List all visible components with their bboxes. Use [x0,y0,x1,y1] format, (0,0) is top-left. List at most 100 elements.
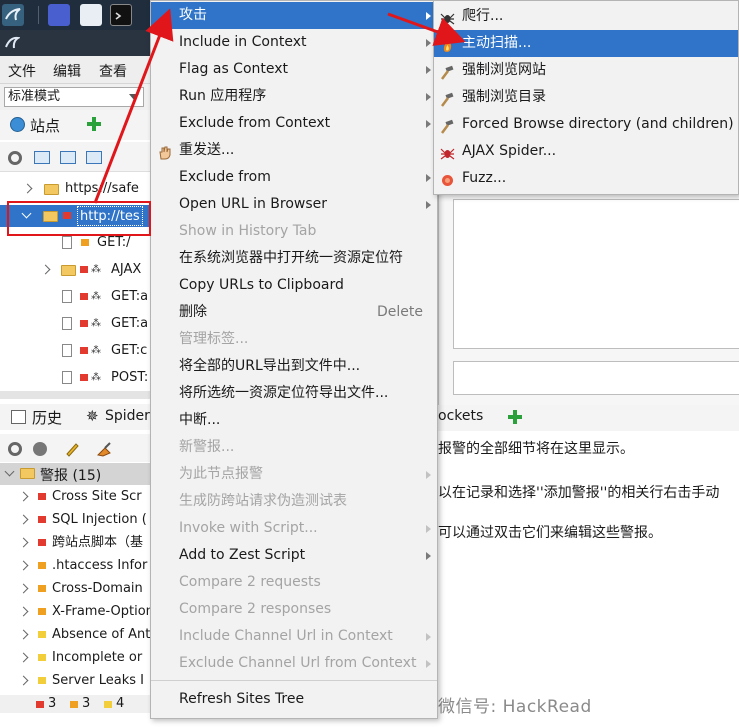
scan-icon[interactable] [33,442,47,456]
context-menu-item[interactable]: Copy URLs to Clipboard [151,272,437,299]
context-menu-item[interactable]: Run 应用程序 [151,83,437,110]
tree-node[interactable]: https://safe [0,178,150,200]
tree-node[interactable]: ⁂ AJAX [0,259,150,281]
tab-websockets[interactable]: ockets [438,408,483,424]
edit-icon[interactable] [64,441,80,457]
context-menu-item-label: Add to Zest Script [179,547,306,563]
workspace-icon[interactable] [48,4,70,26]
attack-submenu-item[interactable]: 强制浏览网站 [434,57,738,84]
context-menu-item[interactable]: Exclude from [151,164,437,191]
export-context-icon[interactable] [86,151,102,164]
attack-submenu-item[interactable]: Forced Browse directory (and children) [434,111,738,138]
alert-item[interactable]: Incomplete or [0,647,150,669]
alert-item[interactable]: Cross Site Scr [0,486,150,508]
alert-item[interactable]: Absence of Ant [0,624,150,646]
request-area[interactable] [453,199,739,349]
context-menu-item-label: 将所选统一资源定位符导出文件... [179,385,389,401]
spider-icon: ⁂ [91,264,101,275]
import-context-icon[interactable] [60,151,76,164]
menu-edit[interactable]: 编辑 [53,61,81,81]
chevron-right-icon[interactable] [18,629,29,640]
chevron-right-icon[interactable] [18,652,29,663]
submenu-arrow-icon [426,39,431,47]
chevron-right-icon[interactable] [18,583,29,594]
folder-icon [44,184,59,195]
context-menu-item[interactable]: Exclude from Context [151,110,437,137]
context-menu-item[interactable]: Flag as Context [151,56,437,83]
context-menu-item[interactable]: 在系统浏览器中打开统一资源定位符 [151,245,437,272]
tree-node[interactable]: ⁂ GET:a [0,286,150,308]
chevron-right-icon[interactable] [22,183,33,194]
tree-node-label: GET:a [111,316,149,331]
menu-view[interactable]: 查看 [99,61,127,81]
add-icon[interactable] [86,116,102,132]
alert-item[interactable]: 跨站点脚本（基 [0,532,150,554]
context-menu-item[interactable]: 攻击 [151,2,437,29]
tree-node-label: AJAX [111,262,142,277]
submenu-arrow-icon [426,12,431,20]
alert-item[interactable]: X-Frame-Option [0,601,150,623]
mode-select-value: 标准模式 [8,89,61,104]
chevron-down-icon[interactable] [4,466,15,477]
submenu-arrow-icon [426,633,431,641]
context-menu: 攻击 Include in Context Flag as Context Run 应… [150,0,438,719]
tab-history[interactable]: 历史 [32,407,62,428]
context-menu-item[interactable]: Refresh Sites Tree [151,686,437,713]
tree-node-label: GET:c [111,343,148,358]
chevron-right-icon[interactable] [18,560,29,571]
submenu-arrow-icon [426,201,431,209]
kali-logo-icon[interactable] [2,4,24,26]
context-menu-item[interactable]: 将所选统一资源定位符导出文件... [151,380,437,407]
context-menu-item[interactable]: 中断... [151,407,437,434]
attack-submenu-item-label: 强制浏览目录 [462,89,546,105]
tab-spider[interactable]: Spider [105,408,150,424]
attack-submenu-item[interactable]: 主动扫描... [434,30,738,57]
new-context-icon[interactable] [34,151,50,164]
mode-select[interactable]: 标准模式 [4,87,144,107]
alerts-header[interactable]: 警报 (15) [0,463,150,485]
attack-submenu-item[interactable]: 强制浏览目录 [434,84,738,111]
context-menu-item: Show in History Tab [151,218,437,245]
alert-item[interactable]: .htaccess Infor [0,555,150,577]
folder-icon [61,265,76,276]
file-manager-icon[interactable] [80,4,102,26]
tree-node[interactable]: ⁂ GET:a [0,313,150,335]
context-menu-item[interactable]: 删除 Delete [151,299,437,326]
document-icon [62,371,72,384]
chevron-right-icon[interactable] [18,675,29,686]
tab-sites[interactable]: 站点 [30,115,60,136]
terminal-icon[interactable] [110,4,132,26]
status-low-count: 4 [116,696,125,711]
submenu-arrow-icon [426,93,431,101]
tree-scrollbar[interactable] [0,391,150,399]
context-menu-item: Exclude Channel Url from Context [151,650,437,677]
tree-node[interactable]: ⁂ POST: [0,367,150,389]
add-icon[interactable] [508,410,522,424]
response-area[interactable] [453,361,739,395]
menu-file[interactable]: 文件 [8,61,36,81]
status-bar: 3 3 4 [0,695,150,713]
target-icon[interactable] [8,151,22,165]
attack-submenu-item[interactable]: Fuzz... [434,165,738,192]
chevron-right-icon[interactable] [18,606,29,617]
attack-submenu-item[interactable]: 爬行... [434,3,738,30]
document-icon [62,317,72,330]
chevron-right-icon[interactable] [18,514,29,525]
alert-item[interactable]: Cross-Domain [0,578,150,600]
context-menu-item[interactable]: Add to Zest Script [151,542,437,569]
chevron-right-icon[interactable] [18,537,29,548]
chevron-right-icon[interactable] [18,491,29,502]
chevron-right-icon[interactable] [40,264,51,275]
context-menu-item[interactable]: 将全部的URL导出到文件中... [151,353,437,380]
context-menu-item[interactable]: 重发送... [151,137,437,164]
context-menu-item[interactable]: Include in Context [151,29,437,56]
context-menu-item: Include Channel Url in Context [151,623,437,650]
broom-icon[interactable] [96,441,112,457]
target-icon[interactable] [8,442,22,456]
context-menu-item[interactable]: Open URL in Browser [151,191,437,218]
alert-item[interactable]: Server Leaks I [0,670,150,692]
alert-item[interactable]: SQL Injection ( [0,509,150,531]
context-menu-item-label: 中断... [179,412,221,428]
tree-node[interactable]: ⁂ GET:c [0,340,150,362]
attack-submenu-item[interactable]: AJAX Spider... [434,138,738,165]
